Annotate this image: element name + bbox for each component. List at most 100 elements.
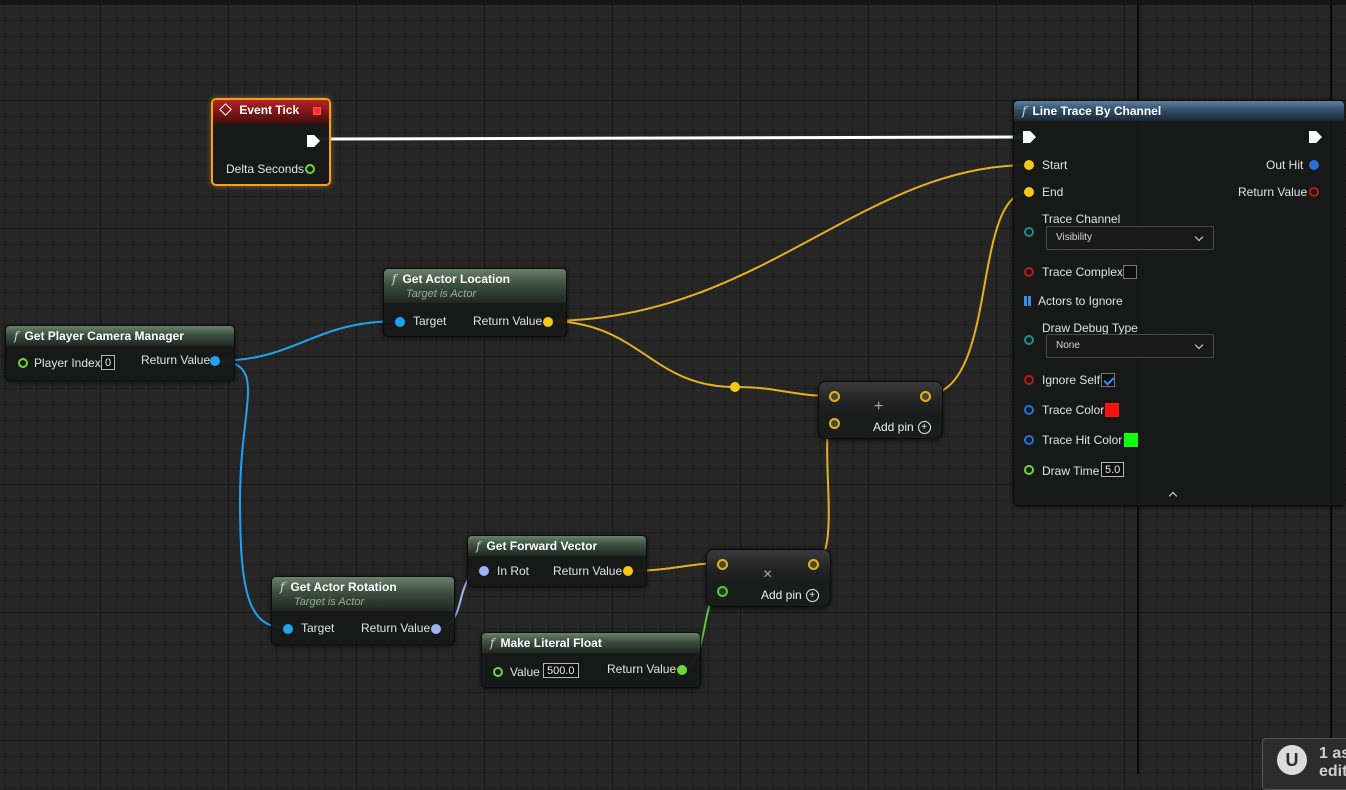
draw-debug-type-label: Draw Debug Type	[1042, 321, 1138, 335]
exec-in-pin[interactable]	[1023, 131, 1036, 143]
plus-circle-icon: +	[917, 421, 931, 435]
exec-out-pin[interactable]	[307, 135, 320, 147]
wire-camera-to-location	[213, 320, 401, 362]
get-player-camera-manager-title: Get Player Camera Manager	[24, 329, 184, 343]
line-trace-by-channel-node[interactable]: f Line Trace By Channel Start Out Hit End…	[1013, 100, 1344, 506]
location-return-pin[interactable]	[543, 317, 553, 327]
delegate-pin-icon[interactable]	[313, 107, 321, 115]
rotation-return-pin[interactable]	[431, 624, 441, 634]
notification-text: 1 as edit	[1319, 745, 1346, 781]
draw-debug-type-dropdown[interactable]: None	[1046, 334, 1214, 358]
wire-multiply-to-add	[812, 421, 835, 564]
make-literal-float-node[interactable]: f Make Literal Float Value 500.0 Return V…	[481, 632, 701, 688]
forward-return-pin[interactable]	[623, 566, 633, 576]
event-tick-title: Event Tick	[239, 103, 300, 117]
exec-out-pin[interactable]	[1309, 131, 1322, 143]
ignore-self-pin[interactable]	[1024, 375, 1034, 385]
player-index-input[interactable]: 0	[101, 355, 116, 370]
add-input-a-pin[interactable]	[829, 391, 840, 402]
player-index-label: Player Index	[34, 356, 101, 370]
literal-value-pin[interactable]	[493, 667, 503, 677]
literal-value-input[interactable]: 500.0	[543, 663, 579, 678]
trace-channel-label: Trace Channel	[1042, 212, 1121, 226]
multiply-input-b-pin[interactable]	[717, 586, 728, 597]
multiply-output-pin[interactable]	[808, 559, 819, 570]
get-actor-rotation-node[interactable]: f Get Actor Rotation Target is Actor Targ…	[271, 576, 455, 645]
ignore-self-checkbox[interactable]	[1101, 373, 1115, 387]
event-tick-node[interactable]: Event Tick Delta Seconds	[211, 98, 331, 186]
location-target-pin[interactable]	[395, 317, 405, 327]
event-diamond-icon	[219, 103, 232, 116]
get-actor-location-node[interactable]: f Get Actor Location Target is Actor Targ…	[383, 268, 567, 337]
literal-return-pin[interactable]	[677, 665, 687, 675]
trace-hit-color-pin[interactable]	[1024, 435, 1034, 445]
exec-wire	[317, 135, 1029, 141]
add-node[interactable]: + Add pin +	[818, 381, 943, 439]
add-output-pin[interactable]	[920, 391, 931, 402]
make-literal-float-header: f Make Literal Float	[482, 633, 700, 653]
rotation-target-label: Target	[301, 621, 335, 635]
rotation-return-label: Return Value	[361, 621, 431, 635]
player-index-pin[interactable]	[18, 358, 28, 368]
trace-channel-pin[interactable]	[1024, 227, 1034, 237]
draw-time-pin[interactable]	[1024, 465, 1034, 475]
draw-debug-type-pin[interactable]	[1024, 335, 1034, 345]
function-icon: f	[476, 539, 481, 553]
function-icon: f	[1022, 104, 1027, 118]
end-label: End	[1042, 185, 1064, 199]
event-tick-header: Event Tick	[213, 100, 329, 124]
rotation-target-pin[interactable]	[283, 624, 293, 634]
get-forward-vector-node[interactable]: f Get Forward Vector In Rot Return Value	[467, 535, 647, 587]
line-trace-title: Line Trace By Channel	[1032, 104, 1162, 118]
return-value-label: Return Value	[1238, 185, 1308, 199]
start-pin[interactable]	[1024, 160, 1034, 170]
notification-line1: 1 as	[1319, 745, 1346, 762]
forward-in-rot-pin[interactable]	[479, 566, 489, 576]
multiply-node[interactable]: × Add pin +	[706, 549, 831, 607]
function-icon: f	[392, 272, 397, 286]
draw-time-label: Draw Time	[1042, 464, 1100, 478]
add-pin-button[interactable]: Add pin +	[873, 420, 931, 435]
trace-hit-color-swatch[interactable]	[1124, 433, 1138, 447]
notification-toast[interactable]: U 1 as edit	[1262, 738, 1346, 790]
function-icon: f	[14, 329, 19, 343]
literal-return-label: Return Value	[607, 662, 677, 676]
wire-location-to-start	[547, 164, 1030, 322]
delta-seconds-pin[interactable]	[305, 164, 315, 174]
unreal-logo-icon: U	[1277, 745, 1307, 775]
array-grid-icon[interactable]	[1024, 296, 1034, 306]
multiply-input-a-pin[interactable]	[717, 559, 728, 570]
add-input-b-pin[interactable]	[829, 418, 840, 429]
start-label: Start	[1042, 158, 1068, 172]
out-hit-label: Out Hit	[1266, 158, 1304, 172]
multiply-add-pin-label: Add pin	[761, 588, 802, 602]
line-trace-header: f Line Trace By Channel	[1014, 101, 1344, 121]
trace-color-swatch[interactable]	[1105, 403, 1119, 417]
chevron-down-icon	[1194, 232, 1204, 242]
ignore-self-label: Ignore Self	[1042, 373, 1101, 387]
trace-complex-pin[interactable]	[1024, 267, 1034, 277]
collapse-chevron-up-icon[interactable]	[1168, 491, 1178, 501]
multiply-add-pin-button[interactable]: Add pin +	[761, 588, 819, 603]
end-pin[interactable]	[1024, 187, 1034, 197]
draw-time-input[interactable]: 5.0	[1101, 462, 1125, 477]
chevron-down-icon	[1194, 340, 1204, 350]
return-value-pin[interactable]	[1309, 187, 1319, 197]
wire-location-to-add	[547, 320, 835, 397]
function-icon: f	[280, 580, 285, 594]
trace-complex-checkbox[interactable]	[1123, 265, 1137, 279]
trace-channel-dropdown[interactable]: Visibility	[1046, 226, 1214, 250]
camera-return-pin[interactable]	[210, 356, 220, 366]
reroute-knot	[730, 382, 740, 392]
delta-seconds-label: Delta Seconds	[226, 162, 305, 176]
get-player-camera-manager-node[interactable]: f Get Player Camera Manager Player Index …	[5, 325, 235, 381]
location-return-label: Return Value	[473, 314, 543, 328]
location-target-label: Target	[413, 314, 447, 328]
out-hit-pin[interactable]	[1309, 160, 1319, 170]
trace-color-pin[interactable]	[1024, 405, 1034, 415]
draw-debug-type-value: None	[1056, 340, 1080, 351]
get-actor-location-header: f Get Actor Location Target is Actor	[384, 269, 566, 303]
get-actor-rotation-title: Get Actor Rotation	[290, 580, 397, 594]
get-forward-vector-header: f Get Forward Vector	[468, 536, 646, 556]
get-actor-rotation-header: f Get Actor Rotation Target is Actor	[272, 577, 454, 611]
